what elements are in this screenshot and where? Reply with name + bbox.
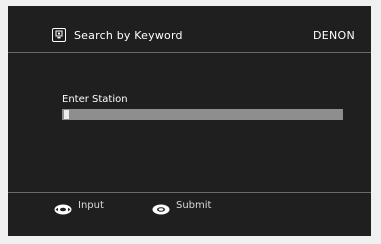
footer-divider (8, 192, 371, 193)
enter-button-icon (152, 200, 170, 219)
brand-logo: DENON (312, 29, 355, 42)
text-cursor (64, 110, 69, 119)
search-screen: Search by Keyword DENON Enter Station In… (8, 6, 371, 236)
header: Search by Keyword DENON (8, 6, 371, 52)
station-input[interactable] (62, 109, 343, 120)
search-station-icon (52, 28, 66, 42)
header-divider (8, 52, 371, 53)
footer-hint-submit-label: Submit (176, 200, 212, 211)
station-field-label: Enter Station (62, 94, 128, 105)
footer-hint-input-label: Input (78, 200, 104, 211)
cursor-pad-icon (54, 200, 72, 219)
page-title: Search by Keyword (74, 29, 183, 42)
